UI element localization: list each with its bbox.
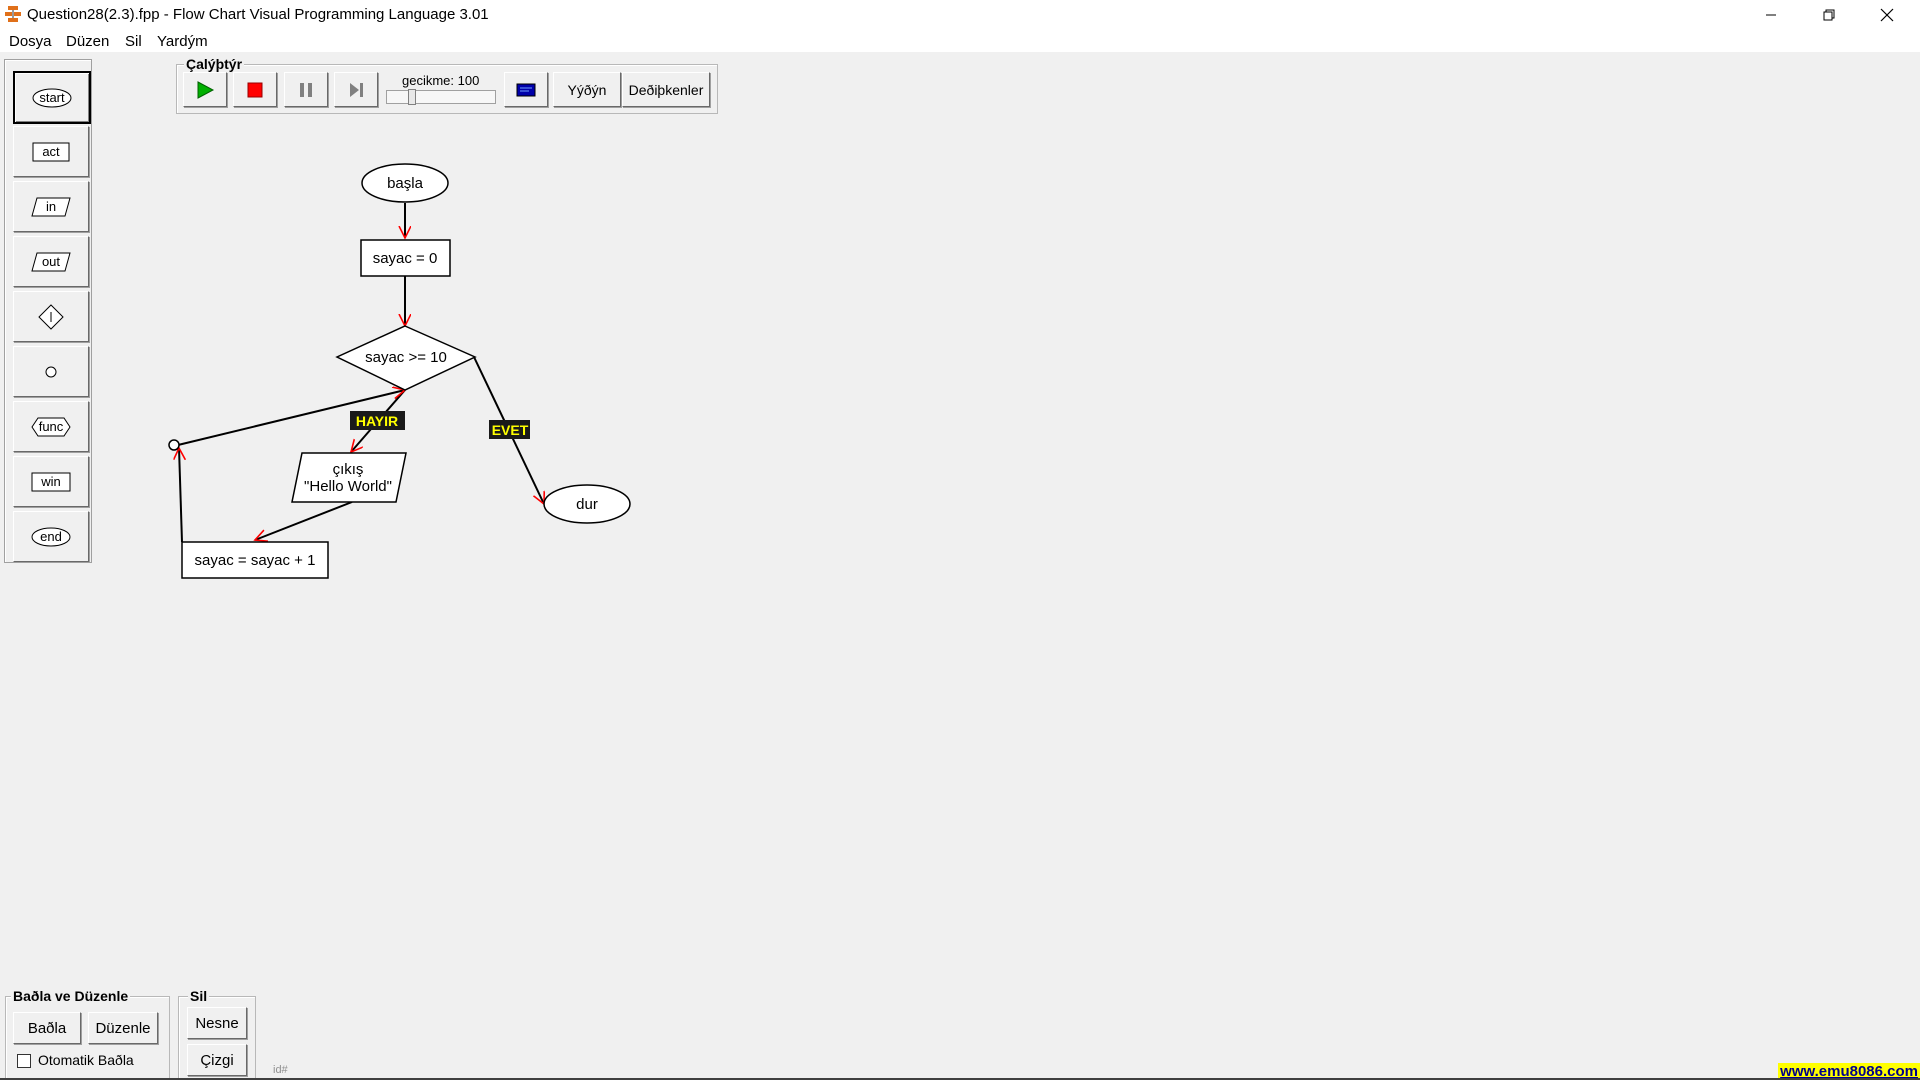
- step-button[interactable]: [334, 72, 378, 107]
- delete-group-label: Sil: [188, 988, 210, 1004]
- svg-text:win: win: [40, 474, 61, 489]
- menu-dosya[interactable]: Dosya: [9, 33, 52, 50]
- palette-in-button[interactable]: in: [13, 181, 89, 232]
- svg-text:start: start: [39, 90, 65, 105]
- menu-bar: Dosya Düzen Sil Yardým: [0, 30, 1920, 52]
- terminal-oval-icon: start: [32, 88, 72, 107]
- delete-object-button[interactable]: Nesne: [187, 1007, 247, 1039]
- palette-decision-button[interactable]: [13, 291, 89, 342]
- palette-act-button[interactable]: act: [13, 126, 89, 177]
- connector-circle-icon: [45, 366, 57, 377]
- hexagon-icon: func: [31, 417, 71, 436]
- output-button[interactable]: Yýðýn: [553, 72, 621, 107]
- terminal-oval-icon: end: [31, 527, 71, 546]
- restore-icon: [1823, 9, 1835, 21]
- yes-tag: EVET: [492, 422, 529, 438]
- delete-line-button[interactable]: Çizgi: [187, 1044, 247, 1076]
- palette-out-button[interactable]: out: [13, 236, 89, 287]
- menu-sil[interactable]: Sil: [125, 33, 142, 50]
- window-rectangle-icon: win: [31, 472, 71, 491]
- app-icon: [5, 6, 21, 22]
- window-title: Question28(2.3).fpp - Flow Chart Visual …: [27, 6, 489, 23]
- auto-connect-label[interactable]: Otomatik Baðla: [38, 1052, 134, 1068]
- parallelogram-icon: in: [31, 197, 71, 216]
- palette-start-button[interactable]: start: [13, 71, 91, 124]
- arrange-button[interactable]: Düzenle: [88, 1012, 158, 1044]
- flowchart-canvas: başla sayac = 0 sayac >= 10 HAYIR EVET ç…: [168, 163, 631, 579]
- title-bar: Question28(2.3).fpp - Flow Chart Visual …: [0, 0, 1920, 30]
- decision-label: sayac >= 10: [365, 349, 447, 366]
- increment-label: sayac = sayac + 1: [195, 552, 316, 569]
- start-label: başla: [387, 175, 424, 192]
- close-icon: [1880, 8, 1894, 22]
- play-icon: [197, 80, 215, 99]
- screen-button[interactable]: [504, 72, 548, 107]
- delay-slider[interactable]: [386, 90, 496, 104]
- output-label-line2: "Hello World": [304, 478, 392, 495]
- svg-text:act: act: [42, 144, 60, 159]
- pause-button[interactable]: [284, 72, 328, 107]
- connect-button[interactable]: Baðla: [13, 1012, 81, 1044]
- delay-label: gecikme: 100: [402, 73, 480, 88]
- auto-connect-checkbox[interactable]: [17, 1054, 31, 1068]
- stop-icon: [247, 82, 263, 97]
- id-label: id#: [273, 1064, 288, 1076]
- svg-text:func: func: [39, 419, 64, 434]
- palette-end-button[interactable]: end: [13, 511, 89, 562]
- diamond-decision-icon: [38, 303, 64, 330]
- end-label: dur: [576, 496, 598, 513]
- close-button[interactable]: [1858, 0, 1916, 30]
- init-label: sayac = 0: [373, 250, 438, 267]
- restore-button[interactable]: [1800, 0, 1858, 30]
- run-group-label: Çalýþtýr: [184, 56, 245, 72]
- palette-func-button[interactable]: func: [13, 401, 89, 452]
- rectangle-icon: act: [32, 142, 70, 161]
- svg-text:out: out: [42, 254, 60, 269]
- svg-text:in: in: [46, 199, 56, 214]
- output-label-line1: çıkış: [333, 461, 364, 478]
- stop-button[interactable]: [233, 72, 277, 107]
- screen-icon: [516, 83, 536, 96]
- palette-connector-button[interactable]: [13, 346, 89, 397]
- menu-yardim[interactable]: Yardým: [157, 33, 208, 50]
- minimize-icon: [1766, 14, 1776, 16]
- palette-win-button[interactable]: win: [13, 456, 89, 507]
- svg-text:end: end: [40, 529, 62, 544]
- minimize-button[interactable]: [1742, 0, 1800, 30]
- pause-icon: [300, 82, 312, 97]
- line-increment-loop[interactable]: [179, 448, 182, 543]
- shape-palette: start act in out func win end: [4, 59, 92, 563]
- step-icon: [350, 82, 363, 97]
- variables-button[interactable]: Deðiþkenler: [622, 72, 710, 107]
- parallelogram-icon: out: [31, 252, 71, 271]
- connect-group-label: Baðla ve Düzenle: [11, 988, 131, 1004]
- delay-slider-thumb[interactable]: [408, 89, 416, 105]
- menu-duzen[interactable]: Düzen: [66, 33, 109, 50]
- loop-connector[interactable]: [168, 439, 180, 451]
- arrow-output-to-increment[interactable]: [255, 501, 353, 540]
- play-button[interactable]: [183, 72, 227, 107]
- no-tag: HAYIR: [356, 413, 398, 429]
